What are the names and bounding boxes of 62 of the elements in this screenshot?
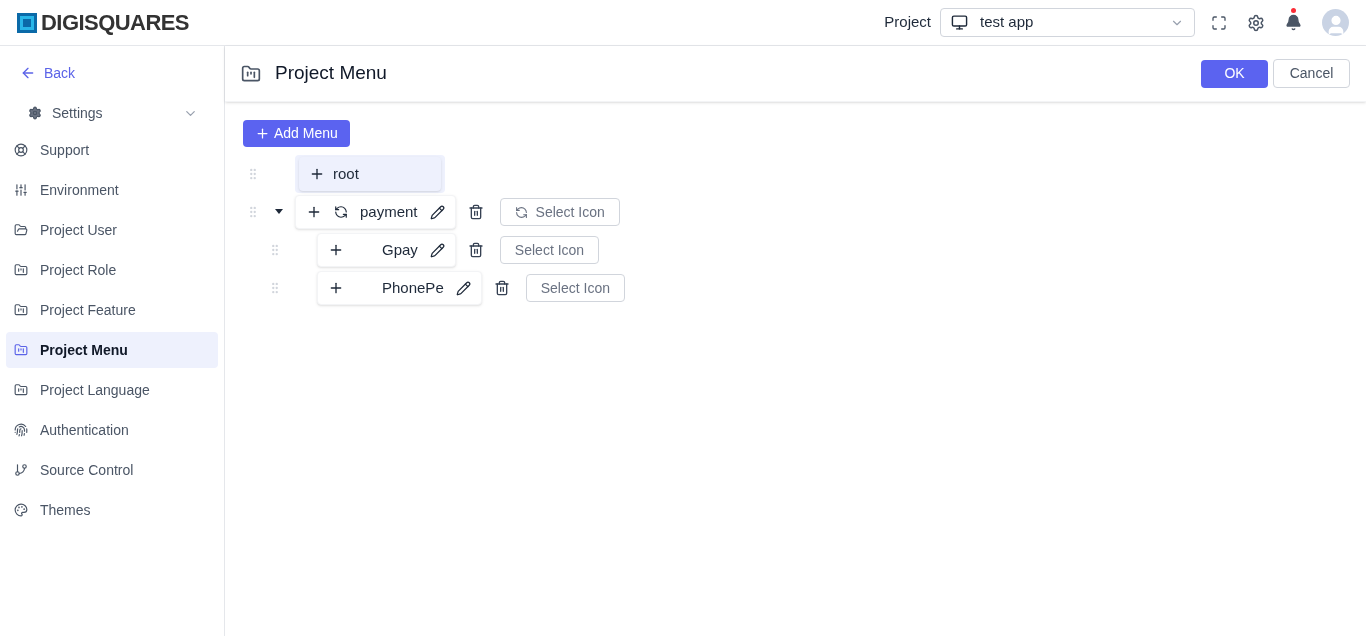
- project-select[interactable]: test app: [940, 8, 1195, 37]
- branch-icon: [14, 463, 28, 477]
- plus-icon: [255, 126, 270, 141]
- settings-group[interactable]: Settings: [6, 100, 218, 126]
- folder-icon: [14, 383, 28, 397]
- node-label: root: [333, 163, 359, 184]
- notification-icon[interactable]: [1285, 14, 1302, 31]
- settings-icon: [28, 106, 42, 120]
- edit-icon[interactable]: [429, 204, 445, 220]
- add-icon[interactable]: [328, 242, 344, 258]
- caret-icon[interactable]: [275, 209, 283, 215]
- select-icon-button[interactable]: Select Icon: [499, 198, 620, 226]
- edit-icon[interactable]: [429, 242, 445, 258]
- delete-icon[interactable]: [467, 242, 484, 258]
- add-icon[interactable]: [306, 204, 322, 220]
- node-label: payment: [360, 201, 418, 222]
- folder-icon: [14, 223, 28, 237]
- menu-node[interactable]: PhonePe: [317, 271, 482, 305]
- lifebuoy-icon: [14, 143, 28, 157]
- menu-node[interactable]: payment: [295, 195, 456, 229]
- sidebar-item[interactable]: Project Language: [6, 372, 218, 408]
- delete-icon[interactable]: [467, 204, 484, 220]
- refresh-icon: [514, 205, 528, 219]
- add-icon[interactable]: [309, 166, 325, 182]
- menu-node[interactable]: Gpay: [317, 233, 456, 267]
- add-menu-button[interactable]: Add Menu: [243, 120, 350, 147]
- sidebar-item[interactable]: Project Menu: [6, 332, 218, 368]
- node-label: Gpay: [382, 239, 418, 260]
- logo-icon: [17, 12, 37, 33]
- sidebar-item[interactable]: Project Feature: [6, 292, 218, 328]
- folder-icon: [14, 343, 28, 357]
- select-icon-button[interactable]: Select Icon: [525, 274, 625, 302]
- project-label: Project: [884, 12, 931, 33]
- cancel-button[interactable]: Cancel: [1273, 59, 1350, 88]
- folder-icon: [14, 263, 28, 277]
- settings-icon[interactable]: [1247, 13, 1265, 32]
- sidebar-item[interactable]: Source Control: [6, 452, 218, 488]
- sidebar-item[interactable]: Themes: [6, 492, 218, 528]
- sidebar-item[interactable]: Environment: [6, 172, 218, 208]
- select-value: test app: [980, 12, 1034, 33]
- brand-name: DIGISQUARES: [41, 9, 189, 37]
- monitor-icon: [951, 14, 968, 31]
- node-label: PhonePe: [382, 277, 444, 298]
- menu-node[interactable]: root: [299, 157, 441, 191]
- delete-icon[interactable]: [493, 280, 510, 296]
- sidebar-item[interactable]: Authentication: [6, 412, 218, 448]
- folder-icon: [241, 63, 261, 84]
- palette-icon: [14, 503, 28, 517]
- edit-icon[interactable]: [455, 280, 471, 296]
- fullscreen-icon[interactable]: [1211, 14, 1227, 31]
- select-icon-button[interactable]: Select Icon: [499, 236, 600, 264]
- group-label: Settings: [52, 103, 103, 123]
- back-link[interactable]: Back: [6, 63, 218, 83]
- sliders-icon: [14, 183, 28, 197]
- ok-button[interactable]: OK: [1201, 59, 1268, 88]
- sidebar-item[interactable]: Project Role: [6, 252, 218, 288]
- fingerprint-icon: [14, 423, 28, 437]
- folder-icon: [14, 303, 28, 317]
- sidebar-item[interactable]: Project User: [6, 212, 218, 248]
- add-icon[interactable]: [328, 280, 344, 296]
- page-title: Project Menu: [275, 61, 387, 86]
- sidebar-item[interactable]: Support: [6, 132, 218, 168]
